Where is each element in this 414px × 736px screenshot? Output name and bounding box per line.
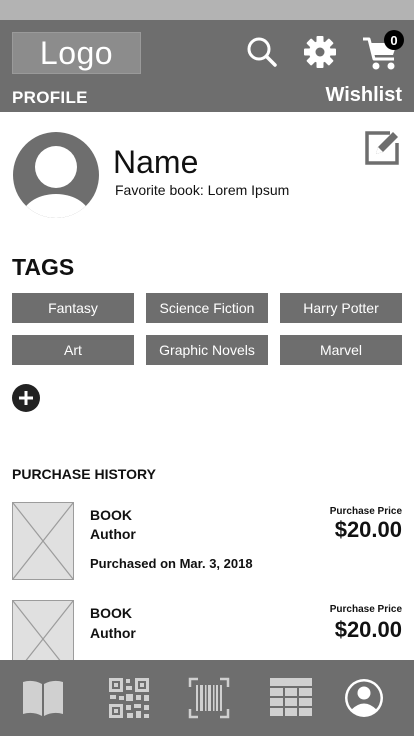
book-thumbnail[interactable] xyxy=(12,502,74,580)
gear-icon[interactable] xyxy=(302,34,338,70)
price-value: $20.00 xyxy=(334,617,402,642)
book-author: Author xyxy=(90,526,136,542)
price-value: $20.00 xyxy=(334,517,402,542)
price-label: Purchase Price xyxy=(329,506,402,517)
tag-chip[interactable]: Marvel xyxy=(280,335,402,365)
purchase-date: Purchased on Mar. 3, 2018 xyxy=(90,556,253,571)
search-icon[interactable] xyxy=(244,34,280,70)
tag-chip[interactable]: Fantasy xyxy=(12,293,134,323)
profile-name: Name xyxy=(113,144,199,180)
tag-chip[interactable]: Science Fiction xyxy=(146,293,268,323)
cart-count-badge: 0 xyxy=(384,30,404,50)
plus-icon xyxy=(19,391,33,405)
qr-code-icon[interactable] xyxy=(107,676,151,720)
app-header: Logo 0 PROFILE Wishlist xyxy=(0,20,414,112)
book-icon[interactable] xyxy=(21,676,65,720)
book-author: Author xyxy=(90,625,136,641)
tag-chip[interactable]: Graphic Novels xyxy=(146,335,268,365)
book-title[interactable]: BOOK xyxy=(90,507,132,523)
barcode-scan-icon[interactable] xyxy=(187,676,231,720)
edit-icon[interactable] xyxy=(362,128,402,168)
tag-chip[interactable]: Art xyxy=(12,335,134,365)
logo-text: Logo xyxy=(39,34,114,71)
tag-chip[interactable]: Harry Potter xyxy=(280,293,402,323)
tags-heading: TAGS xyxy=(12,254,75,280)
book-title[interactable]: BOOK xyxy=(90,605,132,621)
bottom-nav xyxy=(0,660,414,736)
avatar[interactable] xyxy=(13,132,99,218)
status-bar xyxy=(0,0,414,20)
grid-icon[interactable] xyxy=(269,676,313,720)
tab-wishlist[interactable]: Wishlist xyxy=(326,84,403,107)
favorite-book: Favorite book: Lorem Ipsum xyxy=(115,182,290,198)
logo[interactable]: Logo xyxy=(12,32,141,74)
price-label: Purchase Price xyxy=(329,604,402,615)
purchase-history-heading: PURCHASE HISTORY xyxy=(12,466,156,482)
tab-profile[interactable]: PROFILE xyxy=(12,88,88,108)
profile-icon[interactable] xyxy=(342,676,386,720)
cart-icon[interactable]: 0 xyxy=(360,30,404,74)
add-tag-button[interactable] xyxy=(12,384,40,412)
